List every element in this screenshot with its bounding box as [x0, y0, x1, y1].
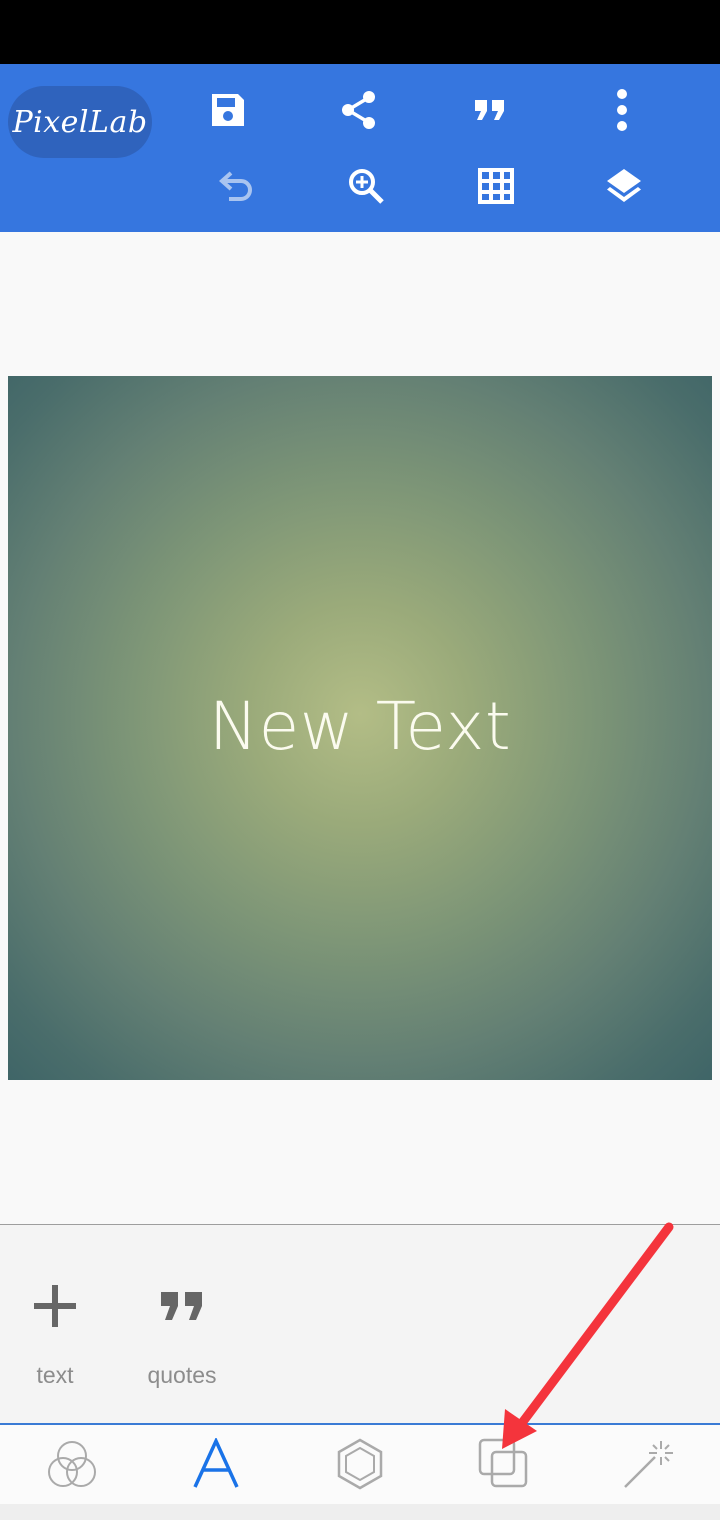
tab-effects[interactable]: [598, 1428, 698, 1500]
zoom-button[interactable]: [326, 154, 406, 218]
layers-icon: [607, 169, 641, 202]
add-quotes-label: quotes: [147, 1362, 217, 1388]
hexagon-icon: [337, 1438, 383, 1490]
tab-shapes[interactable]: [310, 1428, 410, 1500]
quotes-button[interactable]: [450, 78, 530, 142]
undo-icon: [219, 171, 252, 201]
grid-button[interactable]: [456, 154, 536, 218]
add-text-button[interactable]: text: [0, 1270, 115, 1390]
layers-squares-icon: [478, 1438, 528, 1488]
text-a-icon: [193, 1438, 239, 1488]
artboard[interactable]: New Text: [8, 376, 712, 1080]
tab-layers[interactable]: [454, 1428, 554, 1500]
save-button[interactable]: [188, 78, 268, 142]
tab-text[interactable]: [166, 1428, 266, 1500]
save-icon: [212, 94, 244, 126]
more-options-button[interactable]: [582, 78, 662, 142]
quote-icon: [475, 100, 504, 120]
status-bar: [0, 0, 720, 64]
canvas-text-layer[interactable]: New Text: [8, 688, 712, 765]
quote-icon: [161, 1292, 202, 1320]
magic-wand-icon: [624, 1441, 673, 1488]
grid-icon: [478, 168, 514, 204]
add-quotes-button[interactable]: quotes: [122, 1270, 242, 1390]
share-button[interactable]: [319, 78, 399, 142]
add-text-label: text: [36, 1362, 74, 1388]
more-vert-icon: [617, 89, 627, 131]
system-nav-strip: [0, 1504, 720, 1520]
pixellab-logo[interactable]: PixelLab: [8, 86, 152, 158]
undo-button[interactable]: [197, 154, 277, 218]
share-icon: [342, 91, 375, 129]
tab-color[interactable]: [22, 1428, 122, 1500]
layers-button[interactable]: [584, 154, 664, 218]
color-circles-icon: [48, 1441, 96, 1487]
zoom-in-icon: [349, 169, 384, 204]
plus-icon: [34, 1285, 76, 1327]
